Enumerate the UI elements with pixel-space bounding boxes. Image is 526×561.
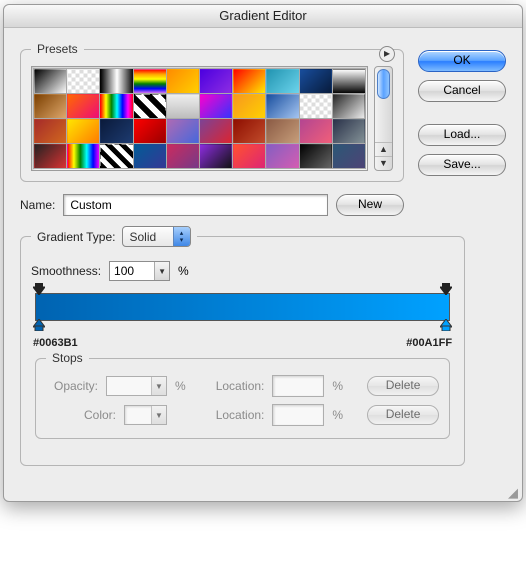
stop-color-swatch[interactable]: ▼ [124,405,167,425]
preset-swatch[interactable] [233,94,266,119]
preset-swatch[interactable] [100,94,133,119]
stops-legend: Stops [46,351,89,365]
preset-swatch[interactable] [199,69,232,94]
preset-swatch[interactable] [133,69,166,94]
preset-swatch[interactable] [133,144,166,169]
updown-icon: ▴▾ [173,227,190,246]
smoothness-label: Smoothness: [31,264,101,278]
smoothness-input[interactable]: ▼ [109,261,170,281]
color-stop-right[interactable] [440,319,452,331]
scroll-up-icon[interactable]: ▲ [375,142,392,156]
preset-swatch[interactable] [299,119,332,144]
delete-opacity-stop-button[interactable]: Delete [367,376,439,396]
presets-legend: Presets [31,42,84,56]
preset-swatch[interactable] [166,144,199,169]
preset-swatch[interactable] [166,94,199,119]
preset-swatch[interactable] [332,119,365,144]
ok-button[interactable]: OK [418,50,506,72]
preset-swatch[interactable] [299,144,332,169]
name-label: Name: [20,198,55,212]
gradient-settings-group: Gradient Type: Solid ▴▾ Smoothness: ▼ % [20,226,465,466]
preset-swatch[interactable] [332,94,365,119]
preset-swatch[interactable] [34,69,67,94]
location-label: Location: [216,379,265,393]
smoothness-unit: % [178,264,189,278]
presets-scrollbar[interactable]: ▲ ▼ [374,66,393,171]
color-label: Color: [84,408,116,422]
chevron-down-icon[interactable]: ▼ [154,262,169,280]
chevron-down-icon[interactable]: ▼ [151,406,166,424]
color-stop-left[interactable] [33,319,45,331]
preset-swatch[interactable] [133,94,166,119]
delete-color-stop-button[interactable]: Delete [367,405,439,425]
preset-swatch[interactable] [100,144,133,169]
preset-swatch[interactable] [266,119,299,144]
preset-swatch[interactable] [34,144,67,169]
location-label: Location: [216,408,265,422]
preset-swatch[interactable] [299,69,332,94]
gradient-type-label: Gradient Type: [37,230,116,244]
scroll-thumb[interactable] [377,69,390,99]
preset-swatch[interactable] [100,69,133,94]
right-color-label: #00A1FF [406,337,452,349]
gradient-bar[interactable] [35,293,450,321]
preset-swatch[interactable] [233,119,266,144]
opacity-stop-right[interactable] [440,283,452,295]
preset-swatch[interactable] [332,144,365,169]
save-button[interactable]: Save... [418,154,506,176]
left-color-label: #0063B1 [33,337,78,349]
resize-grip-icon[interactable]: ◢ [4,488,522,501]
gradient-type-select[interactable]: Solid ▴▾ [122,226,191,247]
preset-swatch[interactable] [199,144,232,169]
preset-swatch[interactable] [67,119,100,144]
preset-swatch[interactable] [332,69,365,94]
preset-swatch[interactable] [233,144,266,169]
scroll-down-icon[interactable]: ▼ [375,156,392,170]
gradient-preview[interactable]: #0063B1 #00A1FF [35,293,450,321]
preset-swatch[interactable] [199,119,232,144]
preset-grid [31,66,368,171]
preset-swatch[interactable] [199,94,232,119]
opacity-label: Opacity: [54,379,98,393]
window-title: Gradient Editor [4,5,522,28]
presets-menu-icon[interactable]: ▸ [379,46,395,62]
gradient-type-row: Gradient Type: Solid ▴▾ [31,226,197,247]
preset-swatch[interactable] [266,69,299,94]
preset-swatch[interactable] [266,94,299,119]
preset-swatch[interactable] [100,119,133,144]
stops-group: Stops Opacity: ▼ % Location: [35,351,450,439]
preset-swatch[interactable] [67,144,100,169]
preset-swatch[interactable] [67,94,100,119]
opacity-input[interactable]: ▼ [106,376,167,396]
preset-swatch[interactable] [266,144,299,169]
new-button[interactable]: New [336,194,404,216]
preset-swatch[interactable] [133,119,166,144]
gradient-editor-window: Gradient Editor Presets ▸ ▲ ▼ [3,4,523,502]
preset-swatch[interactable] [166,69,199,94]
preset-swatch[interactable] [34,119,67,144]
opacity-stop-left[interactable] [33,283,45,295]
opacity-location-input[interactable] [272,375,324,397]
presets-group: Presets ▸ ▲ ▼ [20,42,404,182]
color-location-input[interactable] [272,404,324,426]
load-button[interactable]: Load... [418,124,506,146]
preset-swatch[interactable] [166,119,199,144]
preset-swatch[interactable] [299,94,332,119]
name-input[interactable] [63,194,328,216]
cancel-button[interactable]: Cancel [418,80,506,102]
preset-swatch[interactable] [67,69,100,94]
preset-swatch[interactable] [233,69,266,94]
chevron-down-icon[interactable]: ▼ [151,377,166,395]
preset-swatch[interactable] [34,94,67,119]
